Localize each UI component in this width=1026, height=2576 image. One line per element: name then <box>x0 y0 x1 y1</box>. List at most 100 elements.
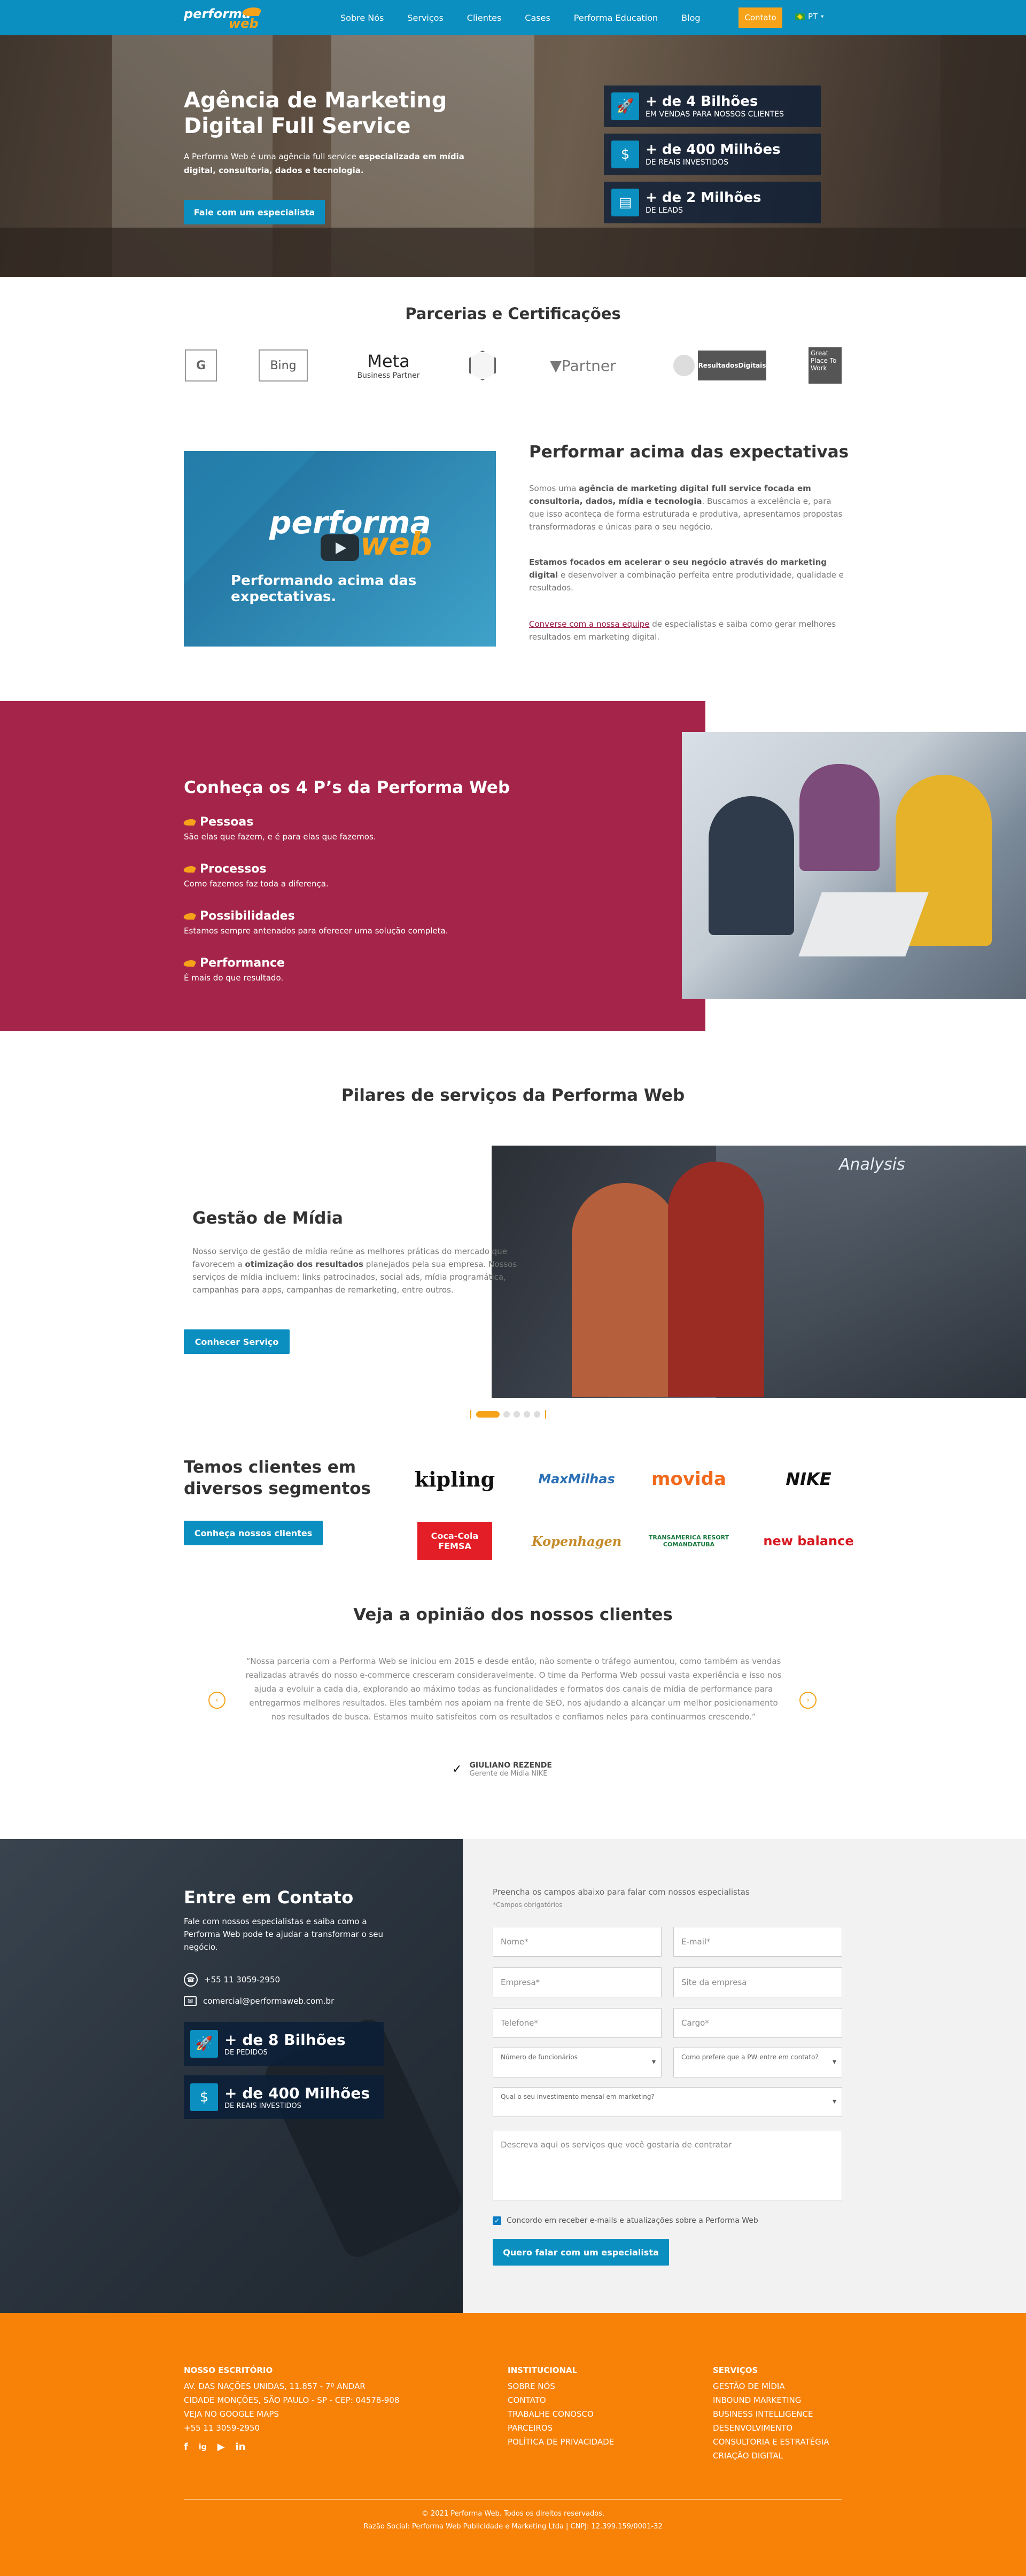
checkbox-checked-icon[interactable]: ✓ <box>493 2216 501 2225</box>
footer-link-gestao-midia[interactable]: GESTÃO DE MÍDIA <box>713 2379 829 2393</box>
brazil-flag-icon <box>795 13 805 20</box>
stat-value: + de 4 Bilhões <box>646 94 758 110</box>
footer-link-desenvolvimento[interactable]: DESENVOLVIMENTO <box>713 2421 829 2435</box>
stat-label: DE REAIS INVESTIDOS <box>646 158 728 167</box>
footer-office-line: CIDADE MONÇÕES, SÃO PAULO - SP - CEP: 04… <box>184 2395 400 2405</box>
hero-description: A Performa Web é uma agência full servic… <box>184 152 464 175</box>
instagram-icon[interactable]: ig <box>199 2443 207 2452</box>
carousel-dot[interactable] <box>524 1411 530 1418</box>
nav-cases[interactable]: Cases <box>513 13 562 23</box>
top-navbar: performa web Sobre Nós Serviços Clientes… <box>0 0 1026 35</box>
footer-link-parceiros[interactable]: PARCEIROS <box>508 2421 614 2435</box>
hero-overlay <box>0 35 1026 277</box>
nome-field[interactable]: Nome* <box>493 1927 662 1957</box>
empresa-field[interactable]: Empresa* <box>493 1967 662 1997</box>
testimonial-author: ✓ GIULIANO REZENDE Gerente de Mídia NIKE <box>452 1761 552 1778</box>
footer-phone[interactable]: +55 11 3059-2950 <box>184 2421 399 2435</box>
kipling-logo: kipling <box>414 1467 495 1491</box>
youtube-play-icon[interactable] <box>321 534 359 561</box>
site-field[interactable]: Site da empresa <box>673 1967 842 1997</box>
institutional-video[interactable]: performa web Performando acima das expec… <box>184 451 496 647</box>
hero-cta-button[interactable]: Fale com um especialista <box>184 200 325 224</box>
partners-title: Parcerias e Certificações <box>405 305 621 323</box>
footer-link-criacao[interactable]: CRIAÇÃO DIGITAL <box>713 2449 829 2463</box>
main-menu: Sobre Nós Serviços Clientes Cases Perfor… <box>329 0 712 35</box>
contato-text: Fale com nossos especialistas e saiba co… <box>184 1917 384 1952</box>
conhecer-servico-button[interactable]: Conhecer Serviço <box>184 1329 290 1354</box>
hero-title: Agência de Marketing Digital Full Servic… <box>184 88 447 138</box>
intro-title: Performar acima das expectativas <box>529 442 849 462</box>
legal-text: Razão Social: Performa Web Publicidade e… <box>363 2523 663 2531</box>
carousel-dot-active[interactable] <box>476 1411 500 1418</box>
email-field[interactable]: E-mail* <box>673 1927 842 1957</box>
youtube-icon[interactable]: ▶ <box>217 2441 225 2453</box>
footer-office-line: AV. DAS NAÇÕES UNIDAS, 11.857 - 7º ANDAR <box>184 2382 366 2391</box>
arrow-bullet-icon <box>182 913 197 920</box>
intro-paragraph-2: Estamos focados em acelerar o seu negóci… <box>529 557 844 593</box>
footer-link-trabalhe[interactable]: TRABALHE CONOSCO <box>508 2407 614 2421</box>
carousel-dot[interactable] <box>534 1411 540 1418</box>
footer-link-consultoria[interactable]: CONSULTORIA E ESTRATÉGIA <box>713 2435 829 2449</box>
performa-web-logo[interactable]: performa web <box>184 4 269 31</box>
stat-value: + de 2 Milhões <box>646 190 761 206</box>
hero-stat-vendas: 🚀 + de 4 Bilhões EM VENDAS PARA NOSSOS CL… <box>604 85 821 127</box>
nav-contato-button[interactable]: Contato <box>739 7 782 28</box>
transamerica-logo: TRANSAMERICA RESORT COMANDATUBA <box>648 1534 729 1548</box>
logo-text-web: web <box>229 16 259 31</box>
p-item-possibilidades: Possibilidades Estamos sempre antenados p… <box>182 909 448 936</box>
cargo-field[interactable]: Cargo* <box>673 2008 842 2038</box>
funcionarios-select[interactable]: Número de funcionários <box>493 2048 662 2077</box>
servicos-textarea[interactable]: Descreva aqui os serviços que você gosta… <box>493 2130 842 2200</box>
contato-stat-investidos: $ + de 400 Milhões DE REAIS INVESTIDOS <box>184 2075 384 2119</box>
footer-link-sobre[interactable]: SOBRE NÓS <box>508 2379 614 2393</box>
carousel-dot[interactable] <box>514 1411 520 1418</box>
coca-cola-femsa-logo: Coca-Cola FEMSA <box>409 1522 500 1560</box>
footer-serv-title: SERVIÇOS <box>713 2365 758 2375</box>
prev-arrow-icon[interactable]: ‹ <box>208 1692 226 1709</box>
google-maps-link[interactable]: VEJA NO GOOGLE MAPS <box>184 2407 399 2421</box>
arrow-bullet-icon <box>182 866 197 873</box>
contato-phone[interactable]: ☎ +55 11 3059-2950 <box>184 1973 280 1987</box>
dots-bracket <box>544 1410 546 1419</box>
consent-checkbox[interactable]: ✓ Concordo em receber e-mails e atualizaç… <box>493 2216 758 2225</box>
footer-link-bi[interactable]: BUSINESS INTELLIGENCE <box>713 2407 829 2421</box>
contato-stat-pedidos: 🚀 + de 8 Bilhões DE PEDIDOS <box>184 2022 384 2066</box>
nav-sobre-nos[interactable]: Sobre Nós <box>329 13 395 23</box>
nike-swoosh-icon: ✓ <box>452 1763 462 1776</box>
author-role: Gerente de Mídia NIKE <box>469 1770 548 1778</box>
footer-link-privacidade[interactable]: POLÍTICA DE PRIVACIDADE <box>508 2435 614 2449</box>
investimento-select[interactable]: Qual o seu investimento mensal em market… <box>493 2087 842 2117</box>
submit-button[interactable]: Quero falar com um especialista <box>493 2239 669 2266</box>
nav-clientes[interactable]: Clientes <box>455 13 514 23</box>
stat-label: EM VENDAS PARA NOSSOS CLIENTES <box>646 110 784 119</box>
telefone-field[interactable]: Telefone* <box>493 2008 662 2038</box>
carousel-dot[interactable] <box>503 1411 510 1418</box>
footer-link-inbound[interactable]: INBOUND MARKETING <box>713 2393 829 2407</box>
footer-link-contato[interactable]: CONTATO <box>508 2393 614 2407</box>
four-ps-title: Conheça os 4 P’s da Performa Web <box>184 778 510 797</box>
nav-blog[interactable]: Blog <box>670 13 712 23</box>
linkedin-icon[interactable]: in <box>236 2441 246 2453</box>
footer-servicos: SERVIÇOS GESTÃO DE MÍDIA INBOUND MARKETI… <box>713 2363 829 2463</box>
intro-paragraph-1: Somos uma agência de marketing digital f… <box>529 484 843 532</box>
service-slide-image: Analysis <box>492 1146 1026 1398</box>
footer-inst-title: INSTITUCIONAL <box>508 2365 578 2375</box>
converse-equipe-link[interactable]: Converse com a nossa equipe <box>529 619 649 629</box>
footer-divider <box>184 2499 842 2500</box>
chevron-down-icon: ▾ <box>821 13 824 20</box>
great-place-to-work-logo: Great Place To Work <box>808 347 842 384</box>
slide-description: Nosso serviço de gestão de mídia reúne a… <box>192 1247 517 1295</box>
analysis-label: Analysis <box>839 1155 905 1174</box>
social-links: f ig ▶ in <box>184 2441 246 2453</box>
nav-performa-education[interactable]: Performa Education <box>562 13 670 23</box>
facebook-icon[interactable]: f <box>184 2441 188 2453</box>
footer: NOSSO ESCRITÓRIO AV. DAS NAÇÕES UNIDAS, … <box>0 2313 1026 2576</box>
contato-email[interactable]: ✉ comercial@performaweb.com.br <box>184 1996 334 2006</box>
conheca-clientes-button[interactable]: Conheça nossos clientes <box>184 1521 323 1545</box>
next-arrow-icon[interactable]: › <box>799 1692 817 1709</box>
certification-shield-logo <box>468 347 497 384</box>
nav-servicos[interactable]: Serviços <box>395 13 455 23</box>
testimonial-quote: “Nossa parceria com a Performa Web se in… <box>245 1656 782 1722</box>
language-selector[interactable]: PT ▾ <box>795 12 823 21</box>
preferencia-select[interactable]: Como prefere que a PW entre em contato? <box>673 2048 842 2077</box>
